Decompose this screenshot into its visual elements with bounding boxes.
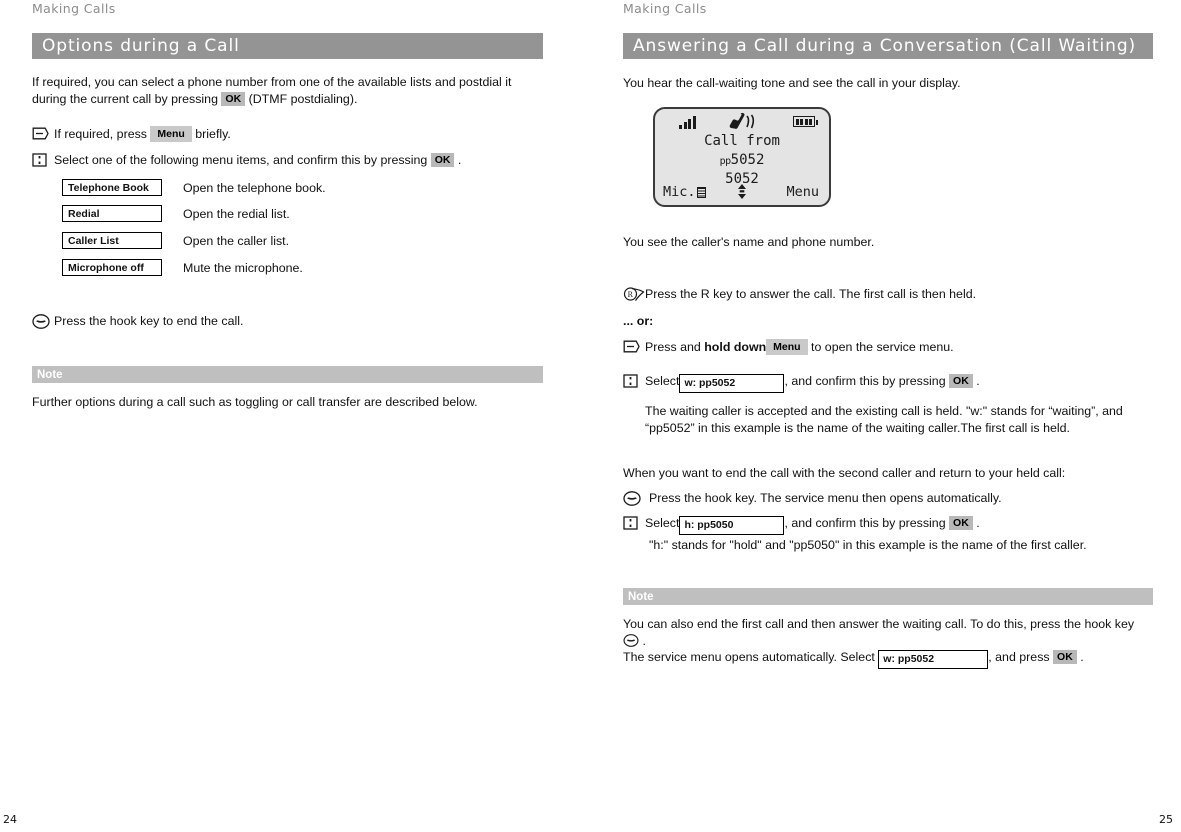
step-hold-menu: Press and hold down Menu to open the serv… [623, 339, 1143, 358]
menu-key-chip[interactable]: Menu [766, 339, 808, 355]
navigator-select-icon [623, 373, 645, 393]
ok-key-chip[interactable]: OK [221, 91, 246, 106]
ok-key-chip[interactable]: OK [1053, 650, 1077, 664]
step-hold-menu-text: Press and hold down Menu to open the serv… [645, 339, 954, 355]
hook-key-icon [623, 490, 645, 511]
running-head-right: Making Calls [623, 1, 707, 16]
note-text-part1: You can also end the first call and then… [623, 617, 1135, 631]
transition-paragraph: When you want to end the call with the s… [623, 466, 1066, 480]
svg-text:R: R [628, 290, 634, 299]
step-select-hold-text: Select h: pp5050, and confirm this by pre… [645, 515, 980, 535]
note-text-part4: , and press [988, 650, 1054, 664]
menu-item-telephone-book[interactable]: Telephone Book [62, 179, 162, 196]
menu-item-microphone-off-desc: Mute the microphone. [183, 260, 303, 275]
note-text-part2: . [639, 633, 646, 648]
menu-key-chip[interactable]: Menu [150, 126, 192, 142]
step-select-menu-item: Select one of the following menu items, … [32, 152, 552, 172]
menu-item-row: Telephone Book Open the telephone book. [62, 179, 326, 196]
microphone-icon [696, 186, 706, 198]
menu-item-redial-desc: Open the redial list. [183, 206, 290, 221]
ok-key-chip[interactable]: OK [949, 516, 973, 530]
right-page: Making Calls Answering a Call during a C… [591, 0, 1181, 832]
display-softkey-left-label: Mic. [663, 184, 696, 200]
intro-text-part2: (DTMF postdialing). [245, 91, 358, 106]
menu-item-caller-list[interactable]: Caller List [62, 232, 162, 249]
step-hook-key-left-text: Press the hook key to end the call. [54, 314, 244, 328]
menu-item-caller-list-desc: Open the caller list. [183, 233, 290, 248]
display-softkey-row: Mic. Menu [655, 184, 829, 202]
step-hook-key-left: Press the hook key to end the call. [32, 313, 432, 334]
navigator-select-icon [623, 515, 645, 535]
note-label-left: Note [32, 366, 543, 383]
note-text-part3: The service menu opens automatically. Se… [623, 650, 879, 664]
step-select-hold: Select h: pp5050, and confirm this by pre… [623, 515, 1163, 535]
note-text-right: You can also end the first call and then… [623, 616, 1143, 669]
menu-item-telephone-book-desc: Open the telephone book. [183, 180, 326, 195]
display-line-2-prefix: pp [719, 156, 732, 167]
battery-full-icon [793, 116, 818, 127]
ringing-handset-icon [727, 111, 757, 135]
step-select-menu-item-text: Select one of the following menu items, … [54, 153, 462, 167]
menu-item-microphone-off[interactable]: Microphone off [62, 259, 162, 276]
step-press-menu-text: If required, press Menu briefly. [54, 126, 231, 142]
explanation-waiting: The waiting caller is accepted and the e… [645, 404, 1123, 435]
up-down-arrow-icon [737, 183, 748, 204]
hold-down-emphasis: hold down [704, 340, 767, 354]
signal-bars-icon [679, 116, 696, 129]
step-hook-key-right: Press the hook key. The service menu the… [623, 490, 1143, 511]
left-page: Making Calls Options during a Call If re… [0, 0, 590, 832]
step-hook-key-right-text: Press the hook key. The service menu the… [649, 491, 1002, 505]
softkey-menu-icon [32, 126, 54, 145]
display-caption: You see the caller's name and phone numb… [623, 235, 875, 249]
or-label: ... or: [623, 314, 654, 328]
field-waiting-caller[interactable]: w: pp5052 [679, 374, 785, 393]
menu-item-row: Redial Open the redial list. [62, 205, 290, 222]
r-key-icon: R [623, 286, 645, 307]
step-press-r-key: R Press the R key to answer the call. Th… [623, 286, 1143, 307]
field-hold-caller[interactable]: h: pp5050 [679, 516, 785, 535]
step-select-waiting-text: Select w: pp5052, and confirm this by pre… [645, 373, 980, 393]
menu-item-redial[interactable]: Redial [62, 205, 162, 222]
navigator-select-icon [32, 152, 54, 172]
note-text-left: Further options during a call such as to… [32, 395, 478, 409]
intro-paragraph-right: You hear the call-waiting tone and see t… [623, 76, 961, 90]
display-softkey-right[interactable]: Menu [786, 184, 819, 200]
display-status-row [655, 111, 829, 131]
page-number-left: 24 [3, 813, 17, 826]
softkey-menu-icon [623, 339, 645, 358]
field-waiting-caller[interactable]: w: pp5052 [878, 650, 989, 669]
running-head-left: Making Calls [32, 1, 116, 16]
ok-key-chip[interactable]: OK [430, 153, 455, 167]
display-line-2-number: 5052 [730, 152, 765, 168]
menu-item-row: Microphone off Mute the microphone. [62, 259, 303, 276]
note-text-part5: . [1076, 650, 1084, 664]
ok-key-chip[interactable]: OK [949, 374, 973, 388]
menu-item-row: Caller List Open the caller list. [62, 232, 289, 249]
note-label-right: Note [623, 588, 1153, 605]
step-select-waiting: Select w: pp5052, and confirm this by pre… [623, 373, 1163, 393]
display-line-1: Call from [704, 133, 780, 149]
section-title-right: Answering a Call during a Conversation (… [623, 33, 1153, 59]
hook-key-icon [623, 633, 639, 648]
phone-display: Call from pp5052 5052 Mic. Menu [653, 107, 831, 207]
hook-key-icon [32, 313, 54, 334]
intro-paragraph-left: If required, you can select a phone numb… [32, 74, 537, 107]
display-softkey-left[interactable]: Mic. [663, 184, 706, 200]
display-line-2: pp5052 [655, 152, 829, 168]
explanation-hold: "h:" stands for "hold" and "pp5050" in t… [649, 538, 1087, 552]
section-title-left: Options during a Call [32, 33, 543, 59]
step-press-r-key-text: Press the R key to answer the call. The … [645, 287, 977, 301]
step-press-menu: If required, press Menu briefly. [32, 126, 532, 145]
page-number-right: 25 [1159, 813, 1173, 826]
